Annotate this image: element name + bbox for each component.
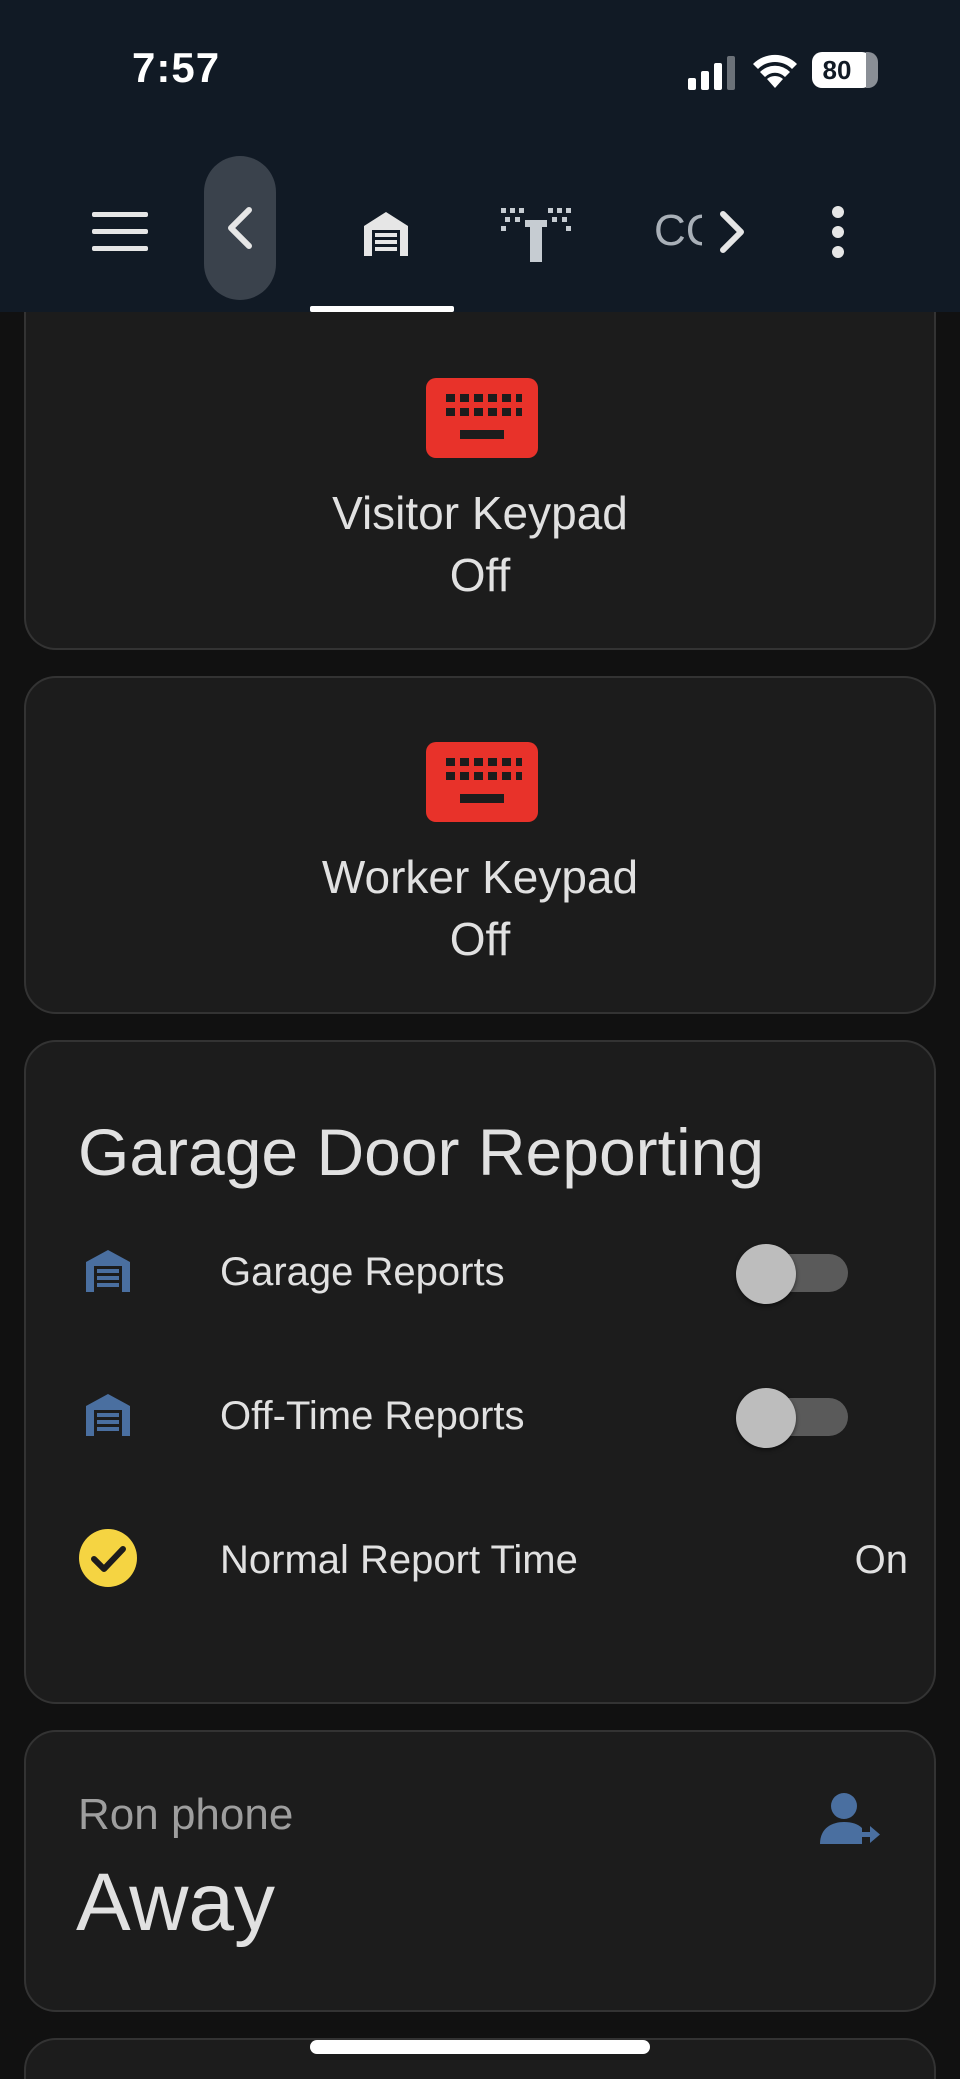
- row-label: Normal Report Time: [220, 1538, 578, 1582]
- tab-garage[interactable]: [318, 174, 454, 294]
- garage-icon: [78, 1240, 138, 1300]
- entity-name: Ron phone: [78, 1790, 294, 1839]
- entity-state: Off: [449, 549, 511, 601]
- cellular-signal-icon: [688, 56, 735, 90]
- tab-cc[interactable]: CC: [654, 206, 702, 256]
- entity-name: Visitor Keypad: [332, 487, 628, 539]
- garage-icon: [78, 1384, 138, 1444]
- row-label: Off-Time Reports: [220, 1394, 525, 1438]
- off-time-reports-toggle[interactable]: [736, 1388, 848, 1448]
- entity-name: Worker Keypad: [321, 851, 639, 903]
- tab-sprinkler[interactable]: [480, 174, 592, 294]
- entity-state: Off: [449, 913, 511, 965]
- ron-phone-card[interactable]: Ron phone Away: [24, 1730, 936, 2012]
- card-title: Garage Door Reporting: [78, 1115, 765, 1189]
- keyboard-icon: [426, 378, 538, 458]
- chevron-left-icon[interactable]: [204, 156, 276, 300]
- visitor-keypad-card[interactable]: Visitor Keypad Off: [24, 312, 936, 650]
- app-toolbar: CC: [0, 140, 960, 312]
- sprinkler-icon: [501, 208, 571, 262]
- worker-keypad-card[interactable]: Worker Keypad Off: [24, 676, 936, 1014]
- garage-reports-toggle[interactable]: [736, 1244, 848, 1304]
- home-indicator[interactable]: [310, 2040, 650, 2054]
- check-circle-icon: [78, 1528, 138, 1588]
- chevron-right-icon[interactable]: [704, 192, 760, 272]
- hamburger-menu-icon[interactable]: [80, 192, 160, 272]
- entity-state: Away: [76, 1857, 276, 1948]
- off-time-reports-row[interactable]: Off-Time Reports: [0, 1354, 960, 1474]
- status-bar: 7:57 80: [0, 0, 960, 140]
- garage-reports-row[interactable]: Garage Reports: [0, 1210, 960, 1330]
- battery-icon: 80: [812, 52, 878, 88]
- garage-icon: [364, 212, 408, 256]
- status-time: 7:57: [132, 44, 221, 91]
- row-label: Garage Reports: [220, 1250, 505, 1294]
- account-arrow-right-icon: [820, 1793, 880, 1844]
- keyboard-icon: [426, 742, 538, 822]
- normal-report-time-row[interactable]: Normal Report Time On: [0, 1498, 960, 1618]
- battery-level: 80: [822, 55, 852, 85]
- more-vertical-icon[interactable]: [810, 192, 866, 272]
- row-value: On: [854, 1538, 908, 1582]
- wifi-icon: [753, 54, 797, 88]
